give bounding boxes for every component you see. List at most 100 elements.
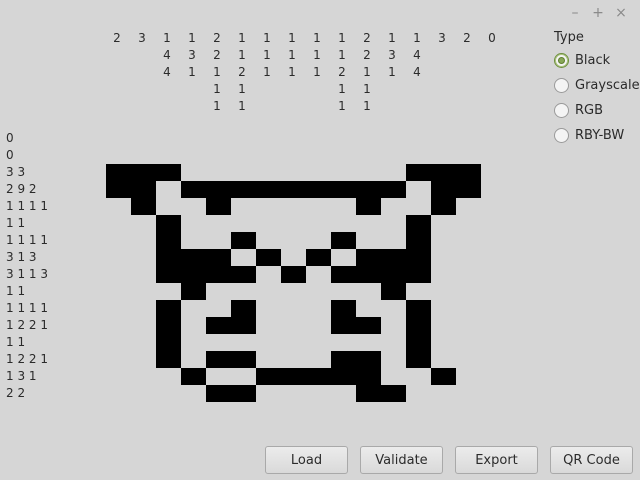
- grid-cell[interactable]: [306, 300, 331, 317]
- grid-cell[interactable]: [381, 283, 406, 300]
- grid-cell[interactable]: [206, 283, 231, 300]
- grid-cell[interactable]: [106, 385, 131, 402]
- grid-cell[interactable]: [331, 198, 356, 215]
- grid-cell[interactable]: [281, 181, 306, 198]
- grid-cell[interactable]: [406, 232, 431, 249]
- grid-cell[interactable]: [306, 317, 331, 334]
- grid-cell[interactable]: [356, 385, 381, 402]
- grid-cell[interactable]: [256, 317, 281, 334]
- grid-cell[interactable]: [331, 164, 356, 181]
- grid-cell[interactable]: [431, 215, 456, 232]
- grid-cell[interactable]: [281, 215, 306, 232]
- validate-button[interactable]: Validate: [360, 446, 443, 474]
- grid-cell[interactable]: [181, 164, 206, 181]
- grid-cell[interactable]: [131, 368, 156, 385]
- grid-cell[interactable]: [456, 300, 481, 317]
- grid-cell[interactable]: [456, 351, 481, 368]
- grid-cell[interactable]: [331, 300, 356, 317]
- grid-cell[interactable]: [431, 300, 456, 317]
- grid-cell[interactable]: [231, 266, 256, 283]
- grid-cell[interactable]: [406, 317, 431, 334]
- grid-cell[interactable]: [131, 249, 156, 266]
- load-button[interactable]: Load: [265, 446, 348, 474]
- grid-cell[interactable]: [256, 181, 281, 198]
- grid-cell[interactable]: [231, 368, 256, 385]
- grid-cell[interactable]: [406, 215, 431, 232]
- grid-cell[interactable]: [156, 283, 181, 300]
- grid-cell[interactable]: [156, 215, 181, 232]
- grid-cell[interactable]: [356, 266, 381, 283]
- grid-cell[interactable]: [231, 164, 256, 181]
- grid-cell[interactable]: [156, 385, 181, 402]
- grid-cell[interactable]: [281, 164, 306, 181]
- grid-cell[interactable]: [181, 368, 206, 385]
- grid-cell[interactable]: [206, 334, 231, 351]
- grid-cell[interactable]: [206, 232, 231, 249]
- grid-cell[interactable]: [156, 334, 181, 351]
- grid-cell[interactable]: [256, 385, 281, 402]
- grid-cell[interactable]: [306, 164, 331, 181]
- grid-cell[interactable]: [381, 232, 406, 249]
- grid-cell[interactable]: [406, 334, 431, 351]
- grid-cell[interactable]: [381, 351, 406, 368]
- grid-cell[interactable]: [231, 249, 256, 266]
- grid-cell[interactable]: [306, 266, 331, 283]
- grid-cell[interactable]: [306, 351, 331, 368]
- radio-rgb[interactable]: RGB: [554, 98, 640, 123]
- grid-cell[interactable]: [106, 198, 131, 215]
- grid-cell[interactable]: [456, 215, 481, 232]
- grid-cell[interactable]: [306, 334, 331, 351]
- grid-cell[interactable]: [406, 198, 431, 215]
- grid-cell[interactable]: [256, 334, 281, 351]
- radio-rby-bw[interactable]: RBY-BW: [554, 123, 640, 148]
- grid-cell[interactable]: [106, 181, 131, 198]
- grid-cell[interactable]: [206, 181, 231, 198]
- grid-cell[interactable]: [431, 164, 456, 181]
- grid-cell[interactable]: [256, 164, 281, 181]
- grid-cell[interactable]: [331, 317, 356, 334]
- grid-cell[interactable]: [456, 249, 481, 266]
- grid-cell[interactable]: [431, 317, 456, 334]
- grid-cell[interactable]: [281, 232, 306, 249]
- grid-cell[interactable]: [331, 266, 356, 283]
- grid-cell[interactable]: [356, 283, 381, 300]
- grid-cell[interactable]: [381, 300, 406, 317]
- grid-cell[interactable]: [356, 334, 381, 351]
- grid-cell[interactable]: [356, 232, 381, 249]
- grid-cell[interactable]: [281, 198, 306, 215]
- grid-cell[interactable]: [381, 181, 406, 198]
- grid-cell[interactable]: [456, 181, 481, 198]
- grid-cell[interactable]: [381, 266, 406, 283]
- grid-cell[interactable]: [331, 334, 356, 351]
- grid-cell[interactable]: [281, 300, 306, 317]
- grid-cell[interactable]: [131, 215, 156, 232]
- grid-cell[interactable]: [156, 368, 181, 385]
- grid-cell[interactable]: [431, 232, 456, 249]
- grid-cell[interactable]: [156, 249, 181, 266]
- grid-cell[interactable]: [106, 300, 131, 317]
- grid-cell[interactable]: [106, 215, 131, 232]
- grid-cell[interactable]: [431, 334, 456, 351]
- grid-cell[interactable]: [381, 249, 406, 266]
- grid-cell[interactable]: [156, 266, 181, 283]
- grid-cell[interactable]: [256, 232, 281, 249]
- grid-cell[interactable]: [156, 198, 181, 215]
- grid-cell[interactable]: [231, 232, 256, 249]
- grid-cell[interactable]: [181, 334, 206, 351]
- grid-cell[interactable]: [331, 249, 356, 266]
- radio-button-icon[interactable]: [554, 78, 569, 93]
- grid-cell[interactable]: [381, 385, 406, 402]
- grid-cell[interactable]: [156, 164, 181, 181]
- grid-cell[interactable]: [206, 368, 231, 385]
- grid-cell[interactable]: [231, 300, 256, 317]
- grid-cell[interactable]: [181, 181, 206, 198]
- grid-cell[interactable]: [281, 317, 306, 334]
- grid-cell[interactable]: [181, 266, 206, 283]
- grid-cell[interactable]: [331, 351, 356, 368]
- grid-cell[interactable]: [131, 351, 156, 368]
- grid-cell[interactable]: [181, 385, 206, 402]
- grid-cell[interactable]: [181, 215, 206, 232]
- grid-cell[interactable]: [381, 368, 406, 385]
- grid-cell[interactable]: [281, 283, 306, 300]
- grid-cell[interactable]: [156, 232, 181, 249]
